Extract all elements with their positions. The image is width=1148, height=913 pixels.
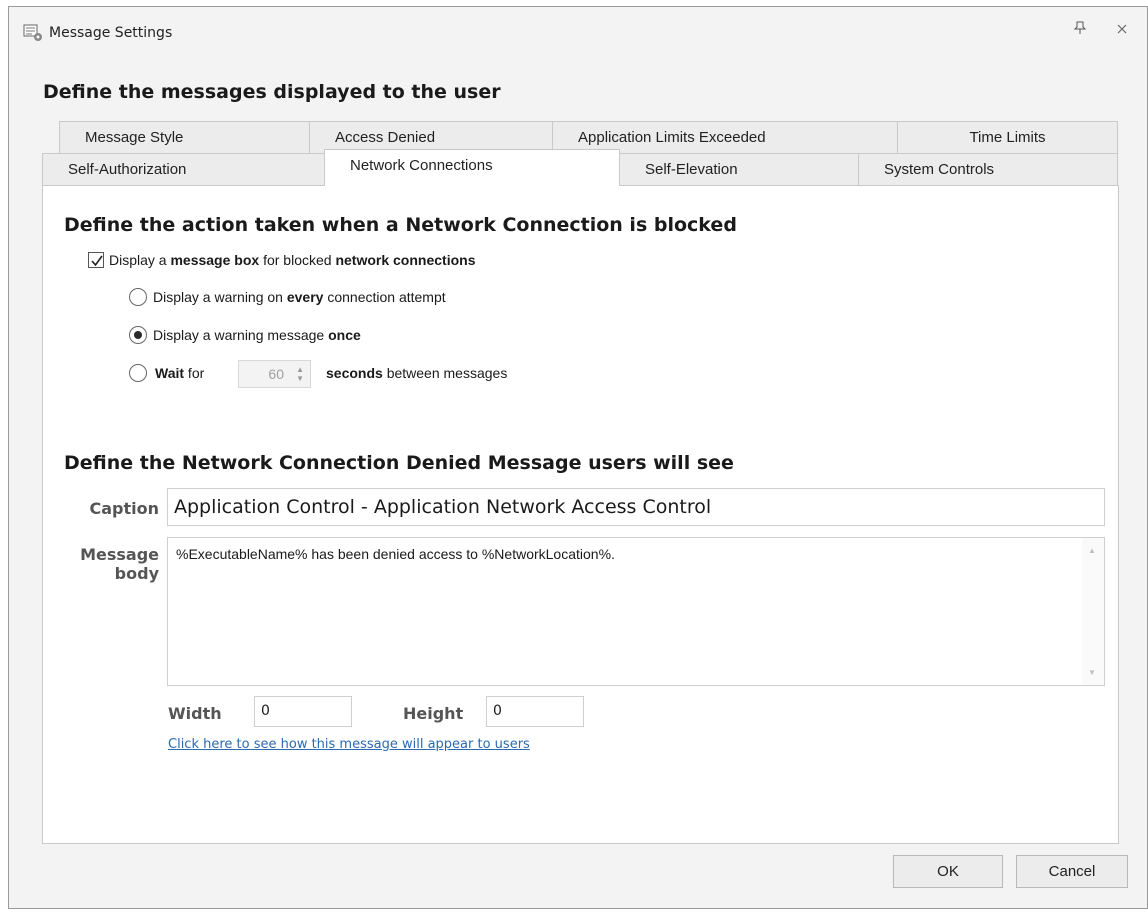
text: body	[114, 564, 159, 583]
scroll-down-icon[interactable]: ▼	[1088, 668, 1096, 677]
preview-message-link[interactable]: Click here to see how this message will …	[168, 737, 530, 752]
ok-button[interactable]: OK	[893, 855, 1003, 888]
tab-label: System Controls	[884, 161, 995, 178]
text: for blocked	[259, 252, 336, 268]
display-message-box-label: Display a message box for blocked networ…	[109, 252, 475, 268]
message-settings-window: Message Settings Define the messages dis…	[8, 6, 1148, 909]
window-title: Message Settings	[49, 25, 173, 41]
cancel-button[interactable]: Cancel	[1016, 855, 1128, 888]
network-connections-panel: Define the action taken when a Network C…	[42, 185, 1119, 844]
warn-every-radio[interactable]	[129, 288, 147, 306]
message-section-heading: Define the Network Connection Denied Mes…	[64, 452, 734, 474]
tab-time-limits[interactable]: Time Limits	[897, 121, 1118, 154]
text: Message	[80, 545, 159, 564]
text: Display a warning message	[153, 327, 329, 343]
warn-once-label: Display a warning message once	[153, 327, 361, 343]
message-body-text: %ExecutableName% has been denied access …	[176, 546, 615, 562]
tab-label: Message Style	[85, 129, 184, 146]
text: once	[328, 327, 361, 343]
tab-label: Time Limits	[969, 129, 1046, 146]
title-bar: Message Settings	[9, 7, 1147, 53]
action-section-heading: Define the action taken when a Network C…	[64, 214, 737, 236]
warn-once-radio[interactable]	[129, 326, 147, 344]
display-message-box-checkbox[interactable]	[88, 252, 104, 268]
height-input[interactable]: 0	[486, 696, 584, 727]
warn-every-label: Display a warning on every connection at…	[153, 289, 446, 305]
text: Wait	[155, 365, 185, 381]
tab-self-elevation[interactable]: Self-Elevation	[619, 153, 859, 186]
tab-network-connections[interactable]: Network Connections	[324, 149, 620, 186]
message-settings-icon	[23, 24, 43, 42]
close-icon[interactable]	[1111, 21, 1133, 43]
text: Display a warning on	[153, 289, 287, 305]
wait-label: Wait for	[155, 365, 204, 381]
caption-label: Caption	[89, 499, 159, 518]
tab-system-controls[interactable]: System Controls	[858, 153, 1118, 186]
tab-label: Self-Elevation	[645, 161, 738, 178]
spin-down-icon[interactable]: ▼	[296, 375, 304, 383]
message-body-textarea[interactable]: %ExecutableName% has been denied access …	[167, 537, 1105, 686]
seconds-label: seconds between messages	[326, 365, 507, 381]
tab-self-authorization[interactable]: Self-Authorization	[42, 153, 325, 186]
tab-label: Application Limits Exceeded	[578, 129, 766, 146]
pin-icon[interactable]	[1069, 21, 1091, 43]
text: for	[184, 365, 205, 381]
width-input[interactable]: 0	[254, 696, 352, 727]
text: Display a	[109, 252, 171, 268]
wait-radio[interactable]	[129, 364, 147, 382]
seconds-spinner[interactable]: 60 ▲ ▼	[238, 360, 311, 388]
text: every	[286, 289, 324, 305]
tab-message-style[interactable]: Message Style	[59, 121, 310, 154]
tab-label: Access Denied	[335, 129, 436, 146]
width-label: Width	[168, 704, 222, 723]
page-heading: Define the messages displayed to the use…	[43, 81, 501, 103]
text: seconds	[326, 365, 383, 381]
height-label: Height	[403, 704, 464, 723]
spin-up-icon[interactable]: ▲	[296, 366, 304, 374]
seconds-value: 60	[268, 366, 284, 382]
tab-label: Network Connections	[350, 157, 493, 174]
caption-input[interactable]: Application Control - Application Networ…	[167, 488, 1105, 526]
text: between messages	[382, 365, 508, 381]
message-body-scrollbar[interactable]: ▲ ▼	[1082, 538, 1104, 685]
text: network connections	[335, 252, 476, 268]
text: message box	[170, 252, 260, 268]
radio-selected-dot	[134, 331, 142, 339]
scroll-up-icon[interactable]: ▲	[1088, 546, 1096, 555]
tab-label: Self-Authorization	[68, 161, 187, 178]
message-body-label: Message body	[43, 545, 159, 583]
text: connection attempt	[323, 289, 446, 305]
